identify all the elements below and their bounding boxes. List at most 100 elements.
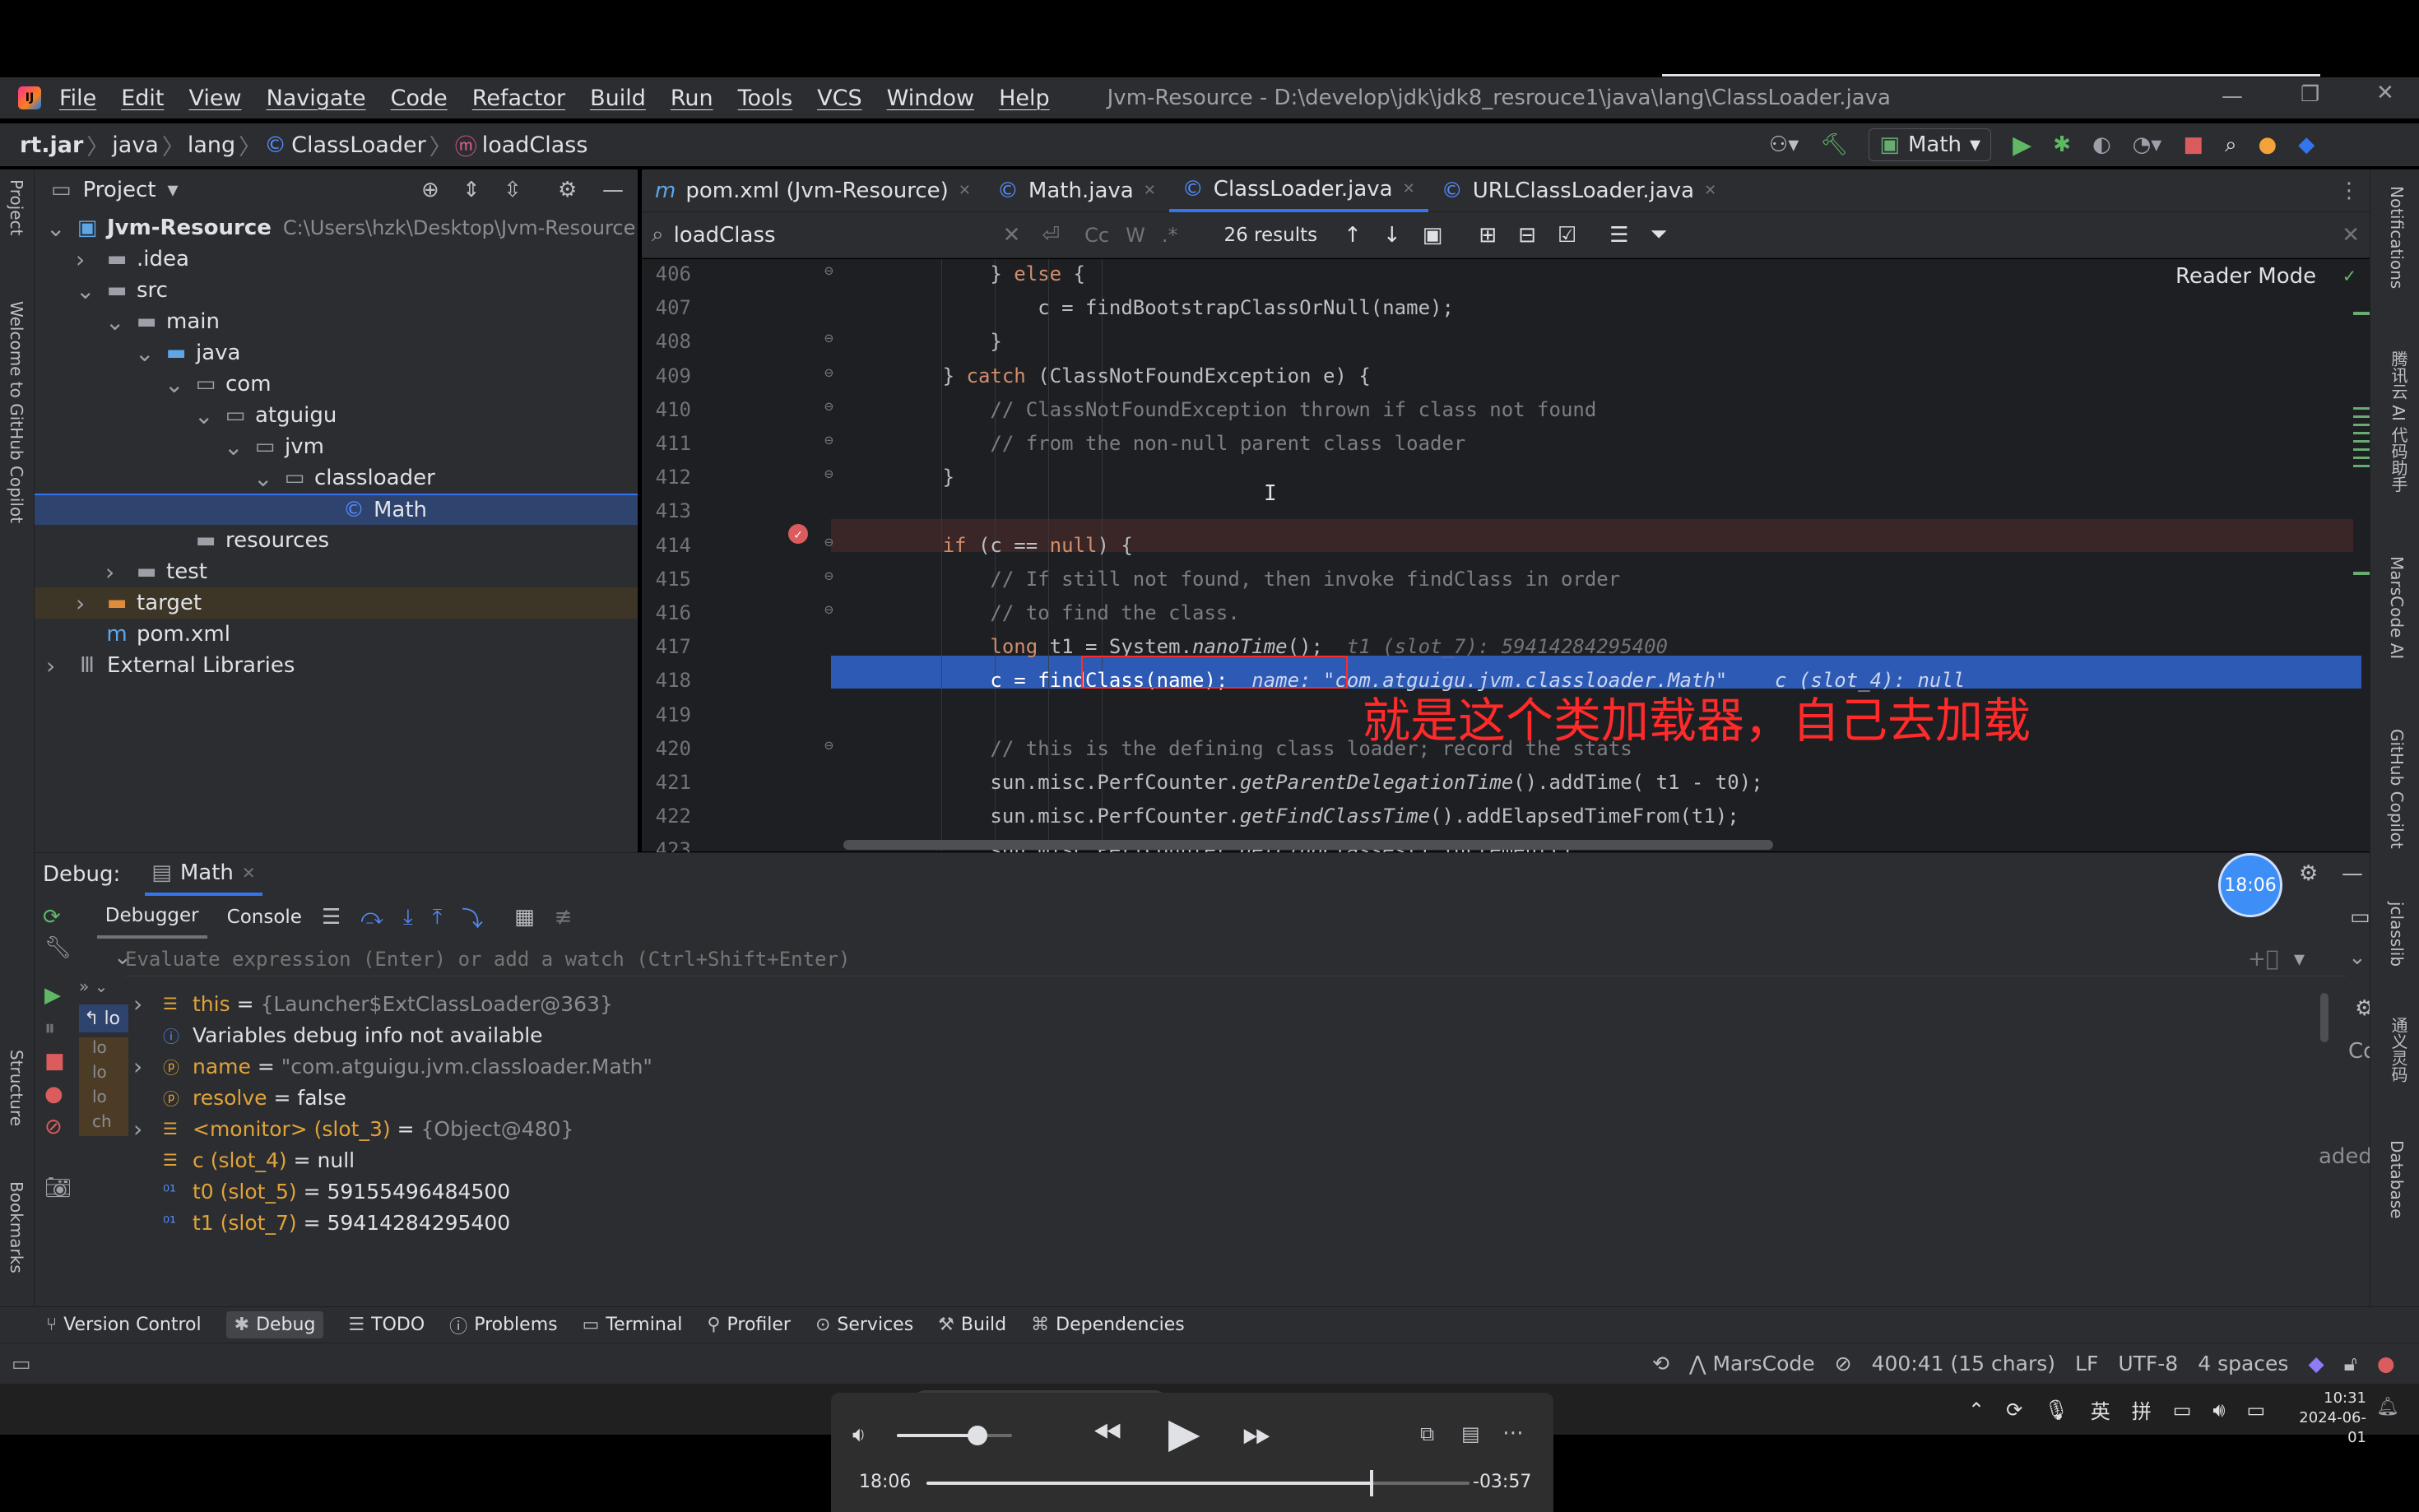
close-find-icon[interactable]: ✕ <box>2342 223 2360 248</box>
file-encoding[interactable]: UTF-8 <box>2118 1352 2178 1375</box>
menu-edit[interactable]: Edit <box>121 86 164 111</box>
debugger-tab[interactable]: Debugger <box>96 896 207 939</box>
more-options-icon[interactable]: ⋯ <box>1502 1421 1524 1445</box>
variable-row[interactable]: ⁰¹ t0 (slot_5) = 59155496484500 <box>133 1176 2355 1207</box>
ime-mode[interactable]: 拼 <box>2132 1395 2152 1424</box>
select-all-icon[interactable]: ☑ <box>1558 223 1576 248</box>
close-session-icon[interactable]: ✕ <box>242 863 256 883</box>
fold-marker-icon[interactable]: ⊖ <box>824 364 833 382</box>
lock-icon[interactable]: 🔓︎ <box>2344 1352 2357 1376</box>
volume-icon[interactable]: 🔉︎ <box>852 1422 866 1448</box>
menu-tools[interactable]: Tools <box>738 86 793 111</box>
tree-item[interactable]: ⌄ ▭ classloader <box>35 462 638 494</box>
hide-panel-icon[interactable]: — <box>2342 861 2363 886</box>
variable-row[interactable]: › ☰ this = {Launcher$ExtClassLoader@363} <box>133 988 2355 1019</box>
remove-occurrence-icon[interactable]: ⊟ <box>1518 223 1536 248</box>
close-tab-icon[interactable]: ✕ <box>959 182 971 199</box>
menu-view[interactable]: View <box>188 86 241 111</box>
ai-off-icon[interactable]: ⊘ <box>1835 1352 1852 1375</box>
menu-file[interactable]: File <box>59 86 96 111</box>
vcs-user-icon[interactable]: ⚇▾ <box>1769 132 1799 157</box>
chevron-down-icon[interactable]: ⌄ <box>105 308 135 336</box>
tree-item[interactable]: › Ⅲ External Libraries <box>35 650 638 681</box>
fold-marker-icon[interactable]: ⊖ <box>824 568 833 585</box>
gear-icon[interactable]: ⚙ <box>2299 861 2318 886</box>
ime-lang[interactable]: 英 <box>2091 1395 2110 1424</box>
horizontal-scrollbar[interactable] <box>843 840 1773 850</box>
marscode-tool-button[interactable]: MarsCode AI <box>2387 556 2407 659</box>
frame-row[interactable]: lo <box>79 1037 128 1062</box>
line-separator[interactable]: LF <box>2075 1352 2098 1375</box>
gear-icon[interactable]: ⚙ <box>558 178 577 202</box>
words-toggle[interactable]: W <box>1126 224 1145 247</box>
variable-row[interactable]: ⓟ resolve = false <box>133 1082 2355 1113</box>
chevron-down-icon[interactable]: ⌄ <box>224 434 253 461</box>
chevron-down-icon[interactable]: ⌄ <box>253 465 283 492</box>
variables-scrollbar[interactable] <box>2320 993 2328 1042</box>
breadcrumb-item[interactable]: java <box>112 132 159 158</box>
frame-row[interactable]: lo <box>79 1062 128 1087</box>
editor-tab[interactable]: m pom.xml (Jvm-Resource) ✕ <box>642 169 984 212</box>
fold-marker-icon[interactable]: ⊖ <box>824 601 833 619</box>
minimize-button[interactable]: — <box>2222 84 2243 109</box>
chevron-right-icon[interactable]: › <box>133 1053 163 1080</box>
seek-knob[interactable] <box>1370 1470 1374 1496</box>
new-line-icon[interactable]: ⏎ <box>1042 223 1060 248</box>
error-icon[interactable]: ● <box>2377 1352 2395 1375</box>
variable-row[interactable]: › ☰ <monitor> (slot_3) = {Object@480} <box>133 1113 2355 1144</box>
chevron-down-icon[interactable]: ⌄ <box>135 340 165 367</box>
rewind-icon[interactable]: ⏪︎ <box>1093 1412 1121 1454</box>
seek-bar[interactable] <box>926 1470 1470 1496</box>
view-breakpoints-icon[interactable]: ● <box>44 1082 77 1115</box>
mic-icon[interactable]: 🎙︎ <box>2044 1398 2068 1422</box>
console-tab[interactable]: Console <box>227 907 302 928</box>
tree-item[interactable]: ⌄ ▭ com <box>35 369 638 400</box>
tree-item[interactable]: ▬ resources <box>35 525 638 556</box>
menu-navigate[interactable]: Navigate <box>267 86 366 111</box>
trace-icon[interactable]: ≢ <box>555 905 573 930</box>
eval-right-chevron-icon[interactable]: ⌄ <box>2348 945 2366 970</box>
breadcrumb-item[interactable]: ClassLoader <box>291 132 426 158</box>
frames-chevron-icon[interactable]: ⌄ <box>114 945 132 970</box>
debug-session-tab[interactable]: ▤ Math ✕ <box>145 853 262 896</box>
search-everywhere-icon[interactable]: ⌕ <box>2225 132 2237 158</box>
toggle-panels-icon[interactable]: ▭ <box>12 1352 31 1375</box>
tree-item[interactable]: m pom.xml <box>35 619 638 650</box>
variable-row[interactable]: ⓘ Variables debug info not available <box>133 1019 2355 1051</box>
copilot-tool-button[interactable]: GitHub Copilot <box>2387 729 2407 849</box>
menu-code[interactable]: Code <box>391 86 448 111</box>
run-icon[interactable]: ▶ <box>2013 131 2031 160</box>
close-window-button[interactable]: ✕ <box>2376 81 2394 105</box>
editor-tab[interactable]: © URLClassLoader.java ✕ <box>1428 169 1730 212</box>
more-tabs-icon[interactable]: ⋮ <box>2338 179 2360 203</box>
camera-icon[interactable]: 📷︎ <box>44 1176 77 1208</box>
tool-window-button[interactable]: ⚒ Build <box>938 1315 1006 1335</box>
menu-help[interactable]: Help <box>999 86 1050 111</box>
fold-marker-icon[interactable]: ⊖ <box>824 534 833 551</box>
previous-occurrence-icon[interactable]: ↑ <box>1344 223 1362 248</box>
editor-tab[interactable]: © ClassLoader.java ✕ <box>1168 169 1428 212</box>
eval-history-chevron-icon[interactable]: ▾ <box>2294 947 2305 972</box>
menu-vcs[interactable]: VCS <box>817 86 861 111</box>
subtitles-icon[interactable]: ▤ <box>1461 1422 1480 1445</box>
locate-icon[interactable]: ⊕ <box>421 178 439 202</box>
fast-forward-icon[interactable]: ⏩︎ <box>1242 1412 1271 1454</box>
menu-refactor[interactable]: Refactor <box>472 86 565 111</box>
variable-row[interactable]: › ⓟ name = "com.atguigu.jvm.classloader.Ma… <box>133 1051 2355 1082</box>
menu-window[interactable]: Window <box>887 86 974 111</box>
caret-position[interactable]: 400:41 (15 chars) <box>1872 1352 2055 1375</box>
volume-slider[interactable] <box>897 1426 1012 1445</box>
chevron-down-icon[interactable]: ⌄ <box>46 215 76 242</box>
chevron-right-icon[interactable]: › <box>76 590 105 617</box>
select-all-occurrences-icon[interactable]: ▣ <box>1423 223 1443 248</box>
tray-chevron-icon[interactable]: ⌃ <box>1968 1398 1985 1422</box>
stop-icon[interactable]: ■ <box>44 1049 77 1082</box>
chevron-right-icon[interactable]: › <box>133 990 163 1018</box>
tree-item[interactable]: › ▬ test <box>35 556 638 587</box>
profiler-icon[interactable]: ◔▾ <box>2133 132 2162 157</box>
tool-window-button[interactable]: ⌘ Dependencies <box>1031 1315 1185 1335</box>
sync-tray-icon[interactable]: ⟳ <box>2006 1398 2022 1422</box>
chevron-right-icon[interactable]: › <box>105 559 135 586</box>
regex-toggle[interactable]: .* <box>1162 224 1178 247</box>
rerun-icon[interactable]: ⟳ <box>43 905 61 930</box>
